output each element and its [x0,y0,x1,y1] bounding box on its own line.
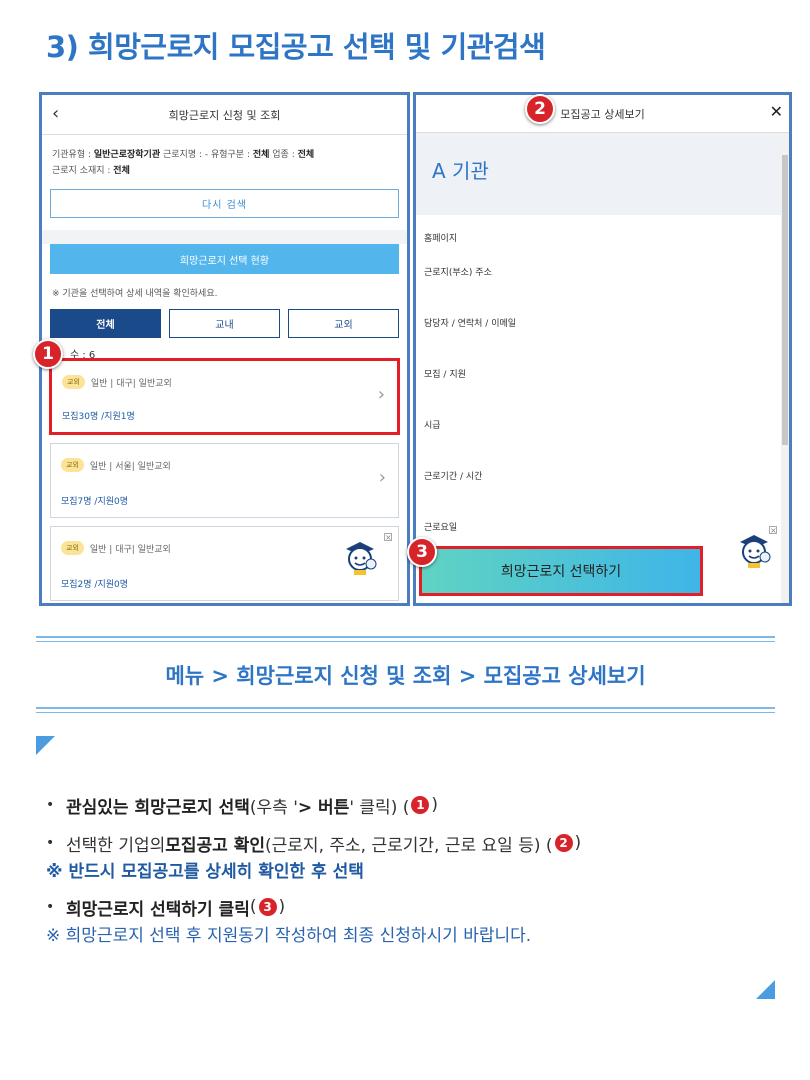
job-card[interactable]: 교외 일반 | 서울| 일반교외 › 모집7명 /지원0명 [50,443,399,518]
instruction-note: ※ 희망근로지 선택 후 지원동기 작성하여 최종 신청하시기 바랍니다. [46,925,532,946]
card-meta: 교외 일반 | 대구| 일반교외 [62,375,172,389]
close-icon[interactable]: ✕ [770,102,783,122]
divider-line [36,641,775,642]
instruction-text: 관심있는 희망근로지 선택 [66,797,250,818]
filter-label: 근로지 소재지 : [52,166,114,176]
instruction-text: (우측 ' [249,797,298,818]
card-recruit-stat: 모집2명 /지원0명 [61,580,129,590]
field-wage: 시급 [424,421,441,431]
instruction-list: • 관심있는 희망근로지 선택 (우측 ' > 버튼 ' 클릭) (1 ) • 선택… [46,792,786,946]
corner-decoration [756,980,775,999]
selection-status-button[interactable]: 희망근로지 선택 현황 [50,244,399,274]
step-marker-3: 3 [407,537,437,567]
bullet-dot: • [46,797,55,813]
field-recruit: 모집 / 지원 [424,370,466,380]
location-badge: 교외 [61,541,84,555]
card-meta: 교외 일반 | 서울| 일반교외 [61,458,171,472]
instruction-text: 선택한 기업의 [66,835,166,856]
step-marker-1: 1 [33,339,63,369]
step-ref-2: 2 [554,834,573,852]
instruction-text: ) [278,897,286,917]
card-recruit-stat: 모집30명 /지원1명 [62,412,135,422]
field-contact: 담당자 / 연락처 / 이메일 [424,319,517,329]
instruction-text: ) [574,833,582,853]
filter-value: 전체 [297,150,315,160]
divider-line [36,707,775,709]
tab-on-campus[interactable]: 교내 [169,309,280,338]
select-workplace-button[interactable]: 희망근로지 선택하기 [419,546,703,596]
location-badge: 교외 [62,375,85,389]
step-ref-3: 3 [258,898,277,916]
mascot-icon[interactable] [340,537,380,577]
instruction-text: ' 클릭) ( [349,797,410,818]
back-arrow-icon[interactable]: ‹ [52,104,68,124]
instruction-text: ) [431,795,439,815]
card-meta: 교외 일반 | 대구| 일반교외 [61,541,171,555]
filter-value: 전체 [113,166,130,176]
instruction-item: • 관심있는 희망근로지 선택 (우측 ' > 버튼 ' 클릭) (1 ) [46,792,786,818]
mascot-icon[interactable] [734,530,774,570]
field-period: 근로기간 / 시간 [424,472,483,482]
instruction-item: • 희망근로지 선택하기 클릭(3 ) [46,894,786,920]
job-detail-screen: 모집공고 상세보기 ✕ A 기관 홈페이지 근로지(부소) 주소 담당자 / 연… [413,92,792,606]
chevron-right-icon[interactable]: › [378,385,385,405]
corner-decoration [36,736,55,755]
step-marker-2: 2 [525,94,555,124]
filter-label: 업종 : [269,150,298,160]
job-card[interactable]: 교외 일반 | 대구| 일반교외 › 모집30명 /지원1명 [49,358,400,435]
menu-path: 메뉴 > 희망근로지 신청 및 조회 > 모집공고 상세보기 [165,664,646,688]
tab-all[interactable]: 전체 [50,309,161,338]
field-workdays: 근로요일 [424,523,458,533]
tab-off-campus[interactable]: 교외 [288,309,399,338]
screen-title: 모집공고 상세보기 [560,107,645,121]
page-title: 3) 희망근로지 모집공고 선택 및 기관검색 [46,30,546,64]
filter-label: 기관유형 : [52,150,94,160]
card-meta-text: 일반 | 서울| 일반교외 [89,461,171,472]
screen-header: ‹ 희망근로지 신청 및 조회 [42,95,407,135]
scrollbar-thumb[interactable] [782,155,788,445]
result-count: 수 : 6 [70,350,96,361]
close-icon[interactable]: × [384,533,392,542]
org-banner: A 기관 [416,133,789,215]
instruction-text: 모집공고 확인 [165,835,266,856]
filter-value: 전체 [252,150,270,160]
bullet-dot: • [46,899,55,915]
search-list-screen: ‹ 희망근로지 신청 및 조회 기관유형 : 일반근로장학기관 근로지명 : -… [39,92,410,606]
notice-text: ※ 기관을 선택하여 상세 내역을 확인하세요. [52,289,218,299]
filter-value: 일반근로장학기관 [93,150,161,160]
instruction-text: ( [249,897,257,917]
instruction-text: > 버튼 [297,797,350,818]
location-tabs: 전체 교내 교외 [42,299,407,338]
research-button[interactable]: 다시 검색 [50,189,399,218]
section-divider [42,230,407,244]
screen-title: 희망근로지 신청 및 조회 [168,108,281,122]
instruction-note: ※ 반드시 모집공고를 상세히 확인한 후 선택 [46,861,364,882]
field-address: 근로지(부소) 주소 [424,268,492,278]
instruction-item: • 선택한 기업의 모집공고 확인 (근로지, 주소, 근로기간, 근로 요일 등… [46,830,786,856]
instruction-text: (근로지, 주소, 근로기간, 근로 요일 등) ( [265,835,553,856]
filter-label: 근로지명 : - 유형구분 : [160,150,253,160]
location-badge: 교외 [61,458,84,472]
org-name: A 기관 [432,159,489,183]
screen-header: 모집공고 상세보기 ✕ [416,95,789,133]
card-meta-text: 일반 | 대구| 일반교외 [90,378,172,389]
job-card[interactable]: 교외 일반 | 대구| 일반교외 모집2명 /지원0명 × [50,526,399,601]
divider-line [36,636,775,638]
bullet-dot: • [46,835,55,851]
divider-line [36,712,775,713]
field-homepage: 홈페이지 [424,234,458,244]
step-ref-1: 1 [411,796,430,814]
card-meta-text: 일반 | 대구| 일반교외 [89,544,171,555]
instruction-text: 희망근로지 선택하기 클릭 [66,899,250,920]
chevron-right-icon[interactable]: › [379,468,386,488]
card-recruit-stat: 모집7명 /지원0명 [61,497,129,507]
filter-summary: 기관유형 : 일반근로장학기관 근로지명 : - 유형구분 : 전체 업종 : … [42,135,407,185]
